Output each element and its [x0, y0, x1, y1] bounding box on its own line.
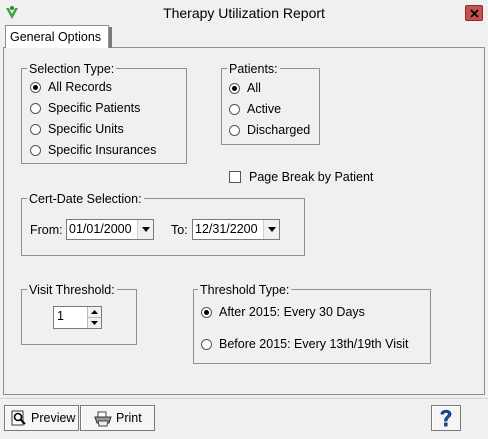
- from-date-value: 01/01/2000: [69, 222, 132, 236]
- radio-label: Before 2015: Every 13th/19th Visit: [219, 337, 409, 351]
- preview-label: Preview: [31, 411, 76, 425]
- radio-button[interactable]: [30, 102, 41, 114]
- patients-legend: Patients:: [227, 62, 280, 76]
- to-date-combo[interactable]: 12/31/2200: [192, 219, 280, 240]
- close-button[interactable]: [465, 5, 483, 21]
- radio-label: After 2015: Every 30 Days: [219, 305, 365, 319]
- radio-label: Discharged: [247, 123, 311, 137]
- spin-down-button[interactable]: [88, 317, 101, 328]
- radio-button[interactable]: [229, 82, 240, 94]
- help-button[interactable]: [431, 405, 461, 431]
- from-date-combo[interactable]: 01/01/2000: [66, 219, 154, 240]
- visit-threshold-legend: Visit Threshold:: [27, 283, 117, 297]
- radio-all-records[interactable]: All Records: [30, 80, 112, 94]
- tab-general-options[interactable]: General Options: [5, 25, 109, 48]
- radio-after-2015[interactable]: After 2015: Every 30 Days: [201, 305, 365, 319]
- tab-edge: [109, 27, 112, 48]
- page-break-checkbox-row[interactable]: Page Break by Patient: [229, 170, 373, 184]
- radio-specific-insurances[interactable]: Specific Insurances: [30, 143, 156, 157]
- preview-button[interactable]: Preview: [4, 405, 79, 431]
- radio-patients-active[interactable]: Active: [229, 102, 281, 116]
- to-date-value: 12/31/2200: [195, 222, 258, 236]
- radio-button[interactable]: [30, 123, 41, 135]
- radio-label: Specific Units: [48, 122, 124, 136]
- close-icon: [469, 8, 479, 18]
- chevron-down-icon: [267, 227, 276, 232]
- radio-before-2015[interactable]: Before 2015: Every 13th/19th Visit: [201, 337, 408, 351]
- to-date-dropdown-button[interactable]: [263, 220, 279, 239]
- radio-button[interactable]: [30, 81, 41, 93]
- radio-label: Specific Insurances: [48, 143, 157, 157]
- radio-button[interactable]: [201, 338, 212, 350]
- title-bar: Therapy Utilization Report: [0, 0, 488, 26]
- page-break-checkbox[interactable]: [229, 171, 241, 183]
- page-break-label: Page Break by Patient: [249, 170, 374, 184]
- help-icon: [440, 409, 452, 427]
- selection-type-legend: Selection Type:: [27, 62, 117, 76]
- radio-patients-all[interactable]: All: [229, 81, 261, 95]
- radio-patients-discharged[interactable]: Discharged: [229, 123, 310, 137]
- cert-date-legend: Cert-Date Selection:: [27, 192, 144, 206]
- print-label: Print: [116, 411, 142, 425]
- radio-label: All: [247, 81, 261, 95]
- from-label: From:: [30, 223, 63, 237]
- radio-label: Specific Patients: [48, 101, 141, 115]
- chevron-up-icon: [91, 310, 98, 314]
- from-date-dropdown-button[interactable]: [137, 220, 153, 239]
- threshold-type-legend: Threshold Type:: [198, 283, 292, 297]
- visit-threshold-value[interactable]: 1: [54, 307, 87, 328]
- spin-up-button[interactable]: [88, 307, 101, 317]
- printer-icon: [94, 411, 112, 426]
- magnifier-page-icon: [11, 410, 26, 425]
- to-label: To:: [171, 223, 188, 237]
- print-button[interactable]: Print: [80, 405, 155, 431]
- radio-button[interactable]: [30, 144, 41, 156]
- chevron-down-icon: [91, 321, 98, 325]
- radio-button[interactable]: [229, 103, 240, 115]
- radio-button[interactable]: [201, 306, 212, 318]
- threshold-type-group: [193, 289, 431, 364]
- radio-label: All Records: [48, 80, 112, 94]
- window-title: Therapy Utilization Report: [163, 5, 325, 21]
- radio-specific-patients[interactable]: Specific Patients: [30, 101, 140, 115]
- radio-label: Active: [247, 102, 282, 116]
- radio-specific-units[interactable]: Specific Units: [30, 122, 124, 136]
- chevron-down-icon: [141, 227, 150, 232]
- radio-button[interactable]: [229, 124, 240, 136]
- visit-threshold-spinner[interactable]: 1: [53, 306, 102, 329]
